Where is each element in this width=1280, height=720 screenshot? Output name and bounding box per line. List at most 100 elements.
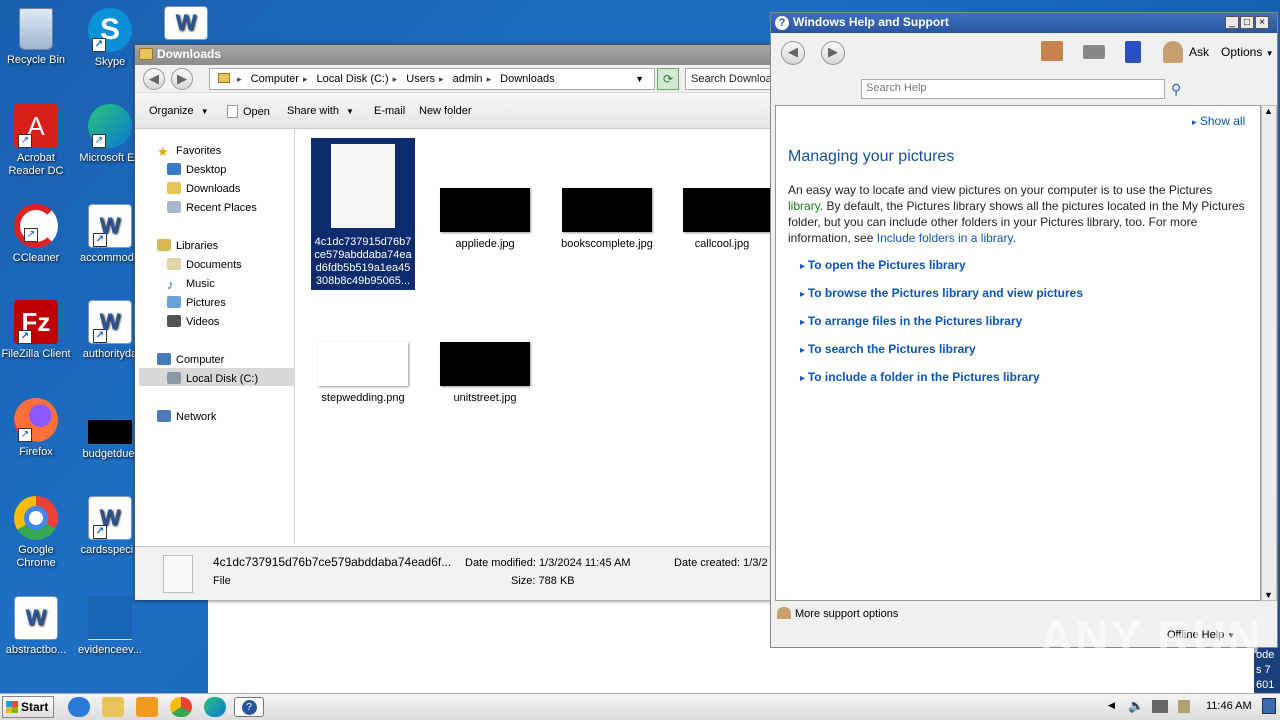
nav-pictures[interactable]: Pictures (167, 294, 226, 312)
options-button[interactable]: Options ▼ (1221, 45, 1274, 59)
nav-downloads[interactable]: Downloads (167, 180, 240, 198)
chevron-right-icon: ▸ (302, 74, 308, 84)
email-button[interactable]: E-mail (374, 105, 405, 117)
help-topic-link[interactable]: To browse the Pictures library and view … (800, 286, 1083, 300)
nav-documents[interactable]: Documents (167, 256, 242, 274)
desktop-icon-ccleaner[interactable]: ↗ CCleaner (0, 204, 74, 265)
explorer-window[interactable]: Downloads ◀ ▶ ▸ Computer ▸ Local Disk (C:… (134, 44, 785, 600)
breadcrumb-item[interactable]: Computer (251, 73, 299, 85)
desktop-icon-acrobat[interactable]: A ↗ Acrobat Reader DC (0, 104, 74, 178)
new-folder-button[interactable]: New folder (419, 105, 472, 117)
help-topic-link[interactable]: To search the Pictures library (800, 342, 976, 356)
more-support-button[interactable]: More support options (777, 607, 898, 620)
help-window[interactable]: ? Windows Help and Support _ □ × ◀ ▶ Ask… (770, 12, 1278, 648)
desktop-icon-firefox[interactable]: ↗ Firefox (0, 398, 74, 459)
file-explorer-icon[interactable] (102, 697, 124, 717)
organize-button[interactable]: Organize ▼ (149, 105, 209, 117)
explorer-titlebar[interactable]: Downloads (135, 45, 773, 65)
help-search-input[interactable]: Search Help (861, 79, 1165, 99)
edge-icon: ↗ (88, 104, 132, 148)
refresh-button[interactable]: ⟳ (657, 68, 679, 90)
nav-music[interactable]: ♪ Music (167, 275, 215, 293)
network-tray-icon[interactable] (1152, 700, 1168, 713)
side-text-line: 601 (1256, 679, 1275, 691)
back-button[interactable]: ◀ (143, 68, 165, 90)
desktop-icon-recycle-bin[interactable]: Recycle Bin (0, 8, 74, 67)
start-button[interactable]: Start (2, 696, 54, 718)
firefox-icon: ↗ (14, 398, 58, 442)
chrome-icon[interactable] (170, 697, 192, 717)
breadcrumb-item[interactable]: admin (453, 73, 483, 85)
detail-created: Date created: 1/3/2 (674, 557, 768, 569)
blank-file-icon (331, 144, 395, 228)
details-pane: 4c1dc737915d76b7ce579abddaba74ead6f... F… (135, 546, 773, 600)
forward-button[interactable]: ▶ (821, 41, 845, 65)
edge-icon[interactable] (204, 697, 226, 717)
nav-videos[interactable]: Videos (167, 313, 219, 331)
image-thumbnail (318, 342, 408, 386)
nav-network[interactable]: Network (157, 408, 216, 426)
nav-computer[interactable]: Computer (157, 351, 224, 369)
nav-label: Documents (186, 259, 242, 271)
file-item[interactable]: appliede.jpg (433, 188, 537, 251)
nav-desktop[interactable]: Desktop (167, 161, 226, 179)
nav-libraries[interactable]: Libraries (157, 237, 218, 255)
forward-button[interactable]: ▶ (171, 68, 193, 90)
breadcrumb-item[interactable]: Users (406, 73, 435, 85)
file-item-selected[interactable]: 4c1dc737915d76b7ce579abddaba74ead6fdb5b5… (311, 138, 415, 290)
include-folders-link[interactable]: Include folders in a library (877, 231, 1013, 245)
help-task-button[interactable]: ? (234, 697, 264, 717)
breadcrumb-item[interactable]: Local Disk (C:) (317, 73, 389, 85)
close-button[interactable]: × (1255, 16, 1269, 29)
help-topic-link[interactable]: To arrange files in the Pictures library (800, 314, 1023, 328)
breadcrumb[interactable]: ▸ Computer ▸ Local Disk (C:) ▸ Users ▸ admi… (209, 68, 655, 90)
maximize-button[interactable]: □ (1240, 16, 1254, 29)
volume-icon[interactable]: 🔈 (1128, 698, 1144, 714)
open-button[interactable]: Open (227, 105, 270, 118)
back-button[interactable]: ◀ (781, 41, 805, 65)
home-icon[interactable] (1041, 41, 1063, 61)
browse-help-icon[interactable] (1125, 41, 1141, 63)
search-icon[interactable]: ⚲ (1171, 81, 1181, 98)
detail-modified-value: 1/3/2024 11:45 AM (539, 557, 631, 569)
desktop-icon-chrome[interactable]: Google Chrome (0, 496, 74, 570)
ask-button[interactable]: Ask (1189, 45, 1209, 59)
desktop-icon-word-top[interactable]: W (148, 6, 224, 44)
library-link[interactable]: library (788, 199, 820, 213)
help-topic-link[interactable]: To include a folder in the Pictures libr… (800, 370, 1040, 384)
file-item[interactable]: stepwedding.png (311, 342, 415, 405)
clock[interactable]: 11:46 AM (1206, 700, 1252, 712)
media-player-icon[interactable] (136, 697, 158, 717)
desktop-icon-filezilla[interactable]: Fz ↗ FileZilla Client (0, 300, 74, 361)
desktop-icon-evidenceev[interactable]: evidenceev... (72, 596, 148, 657)
show-desktop-button[interactable] (1262, 698, 1276, 714)
flag-icon[interactable] (1178, 700, 1190, 713)
print-icon[interactable] (1083, 45, 1105, 59)
scrollbar[interactable]: ▲ ▼ (1261, 105, 1277, 601)
help-titlebar[interactable]: ? Windows Help and Support _ □ × (771, 13, 1277, 33)
help-topic-link[interactable]: To open the Pictures library (800, 258, 966, 272)
nav-local-disk[interactable]: Local Disk (C:) (167, 370, 258, 388)
internet-explorer-icon[interactable] (68, 697, 90, 717)
desktop-icon-label: Recycle Bin (6, 54, 66, 66)
file-item[interactable]: bookscomplete.jpg (555, 188, 659, 251)
minimize-button[interactable]: _ (1225, 16, 1239, 29)
recycle-bin-icon (19, 8, 53, 50)
address-bar-row: ◀ ▶ ▸ Computer ▸ Local Disk (C:) ▸ Users ▸ … (135, 65, 785, 93)
chevron-down-icon[interactable]: ▼ (635, 69, 644, 89)
share-with-button[interactable]: Share with ▼ (287, 105, 354, 117)
scroll-up-icon[interactable]: ▲ (1264, 106, 1273, 116)
desktop-icon (167, 163, 181, 175)
nav-favorites[interactable]: ★ Favorites (157, 142, 221, 160)
desktop-icon-abstractbo[interactable]: W abstractbo... (0, 596, 74, 657)
show-hidden-icons-icon[interactable]: ◀ (1108, 700, 1115, 711)
scroll-down-icon[interactable]: ▼ (1264, 590, 1273, 600)
help-paragraph: An easy way to locate and view pictures … (788, 182, 1250, 246)
show-all-link[interactable]: ▸ Show all (1192, 114, 1245, 128)
file-item[interactable]: unitstreet.jpg (433, 342, 537, 405)
breadcrumb-item[interactable]: Downloads (500, 73, 554, 85)
blank-file-icon (88, 596, 132, 640)
chevron-right-icon: ▸ (486, 74, 492, 84)
file-item[interactable]: callcool.jpg (683, 188, 773, 251)
nav-recent-places[interactable]: Recent Places (167, 199, 257, 217)
